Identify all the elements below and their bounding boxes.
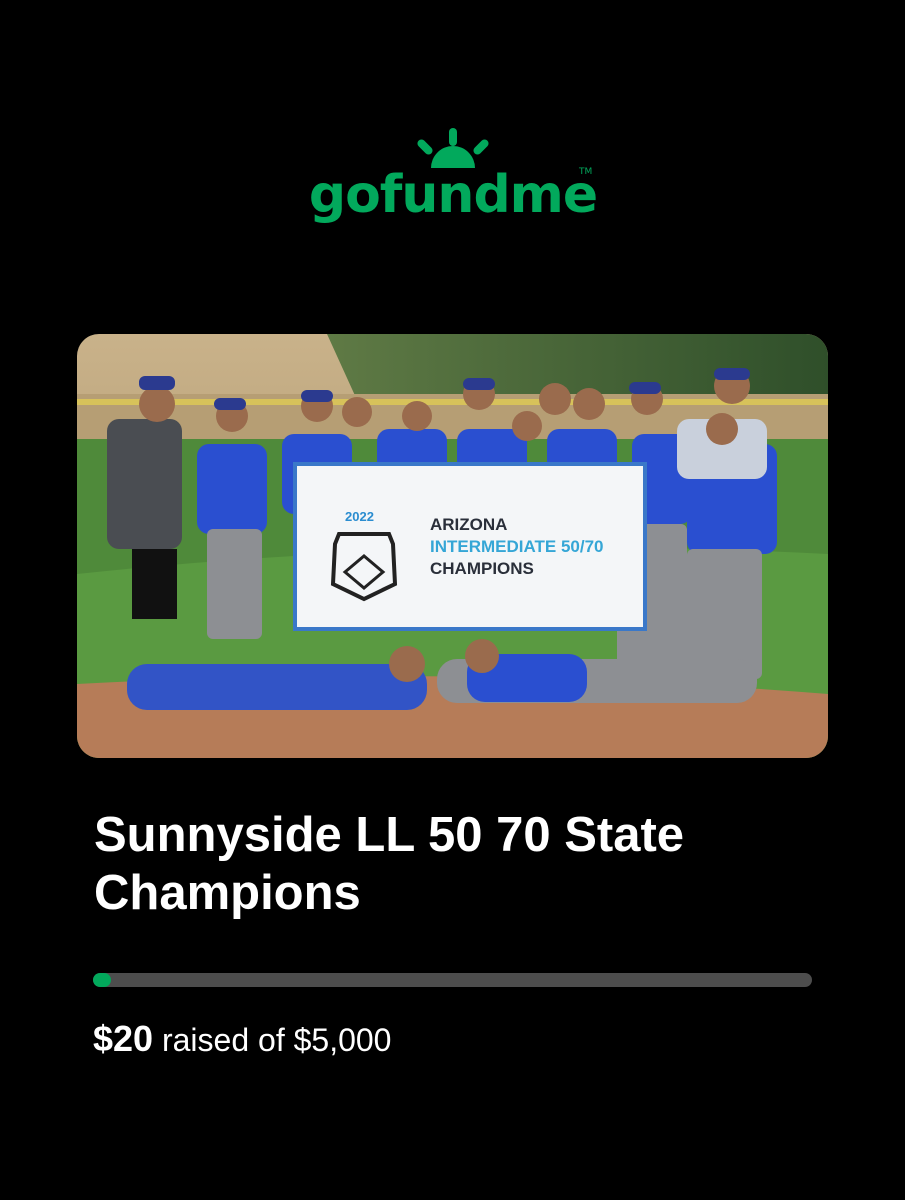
campaign-title[interactable]: Sunnyside LL 50 70 State Champions	[94, 806, 814, 922]
sun-rays-icon	[416, 128, 489, 168]
progress-bar	[93, 973, 812, 987]
banner-line1: ARIZONA	[430, 515, 507, 534]
amount-raised: $20	[93, 1018, 154, 1059]
donation-amounts: $20 raised of $5,000	[93, 1018, 391, 1060]
logo-wordmark: gofundme	[308, 165, 596, 225]
team-photo[interactable]: 2022 ARIZONA INTERMEDIATE 50/70 CHAMPION…	[77, 334, 828, 758]
banner-line3: CHAMPIONS	[430, 559, 534, 578]
gofundme-logo[interactable]: gofundme TM	[0, 122, 905, 232]
banner-year: 2022	[345, 509, 374, 524]
champions-banner: 2022 ARIZONA INTERMEDIATE 50/70 CHAMPION…	[293, 462, 647, 631]
goal-text: raised of $5,000	[161, 1022, 392, 1058]
banner-line2: INTERMEDIATE 50/70	[430, 537, 604, 556]
progress-bar-fill	[93, 973, 111, 987]
trademark-mark: TM	[578, 167, 592, 177]
